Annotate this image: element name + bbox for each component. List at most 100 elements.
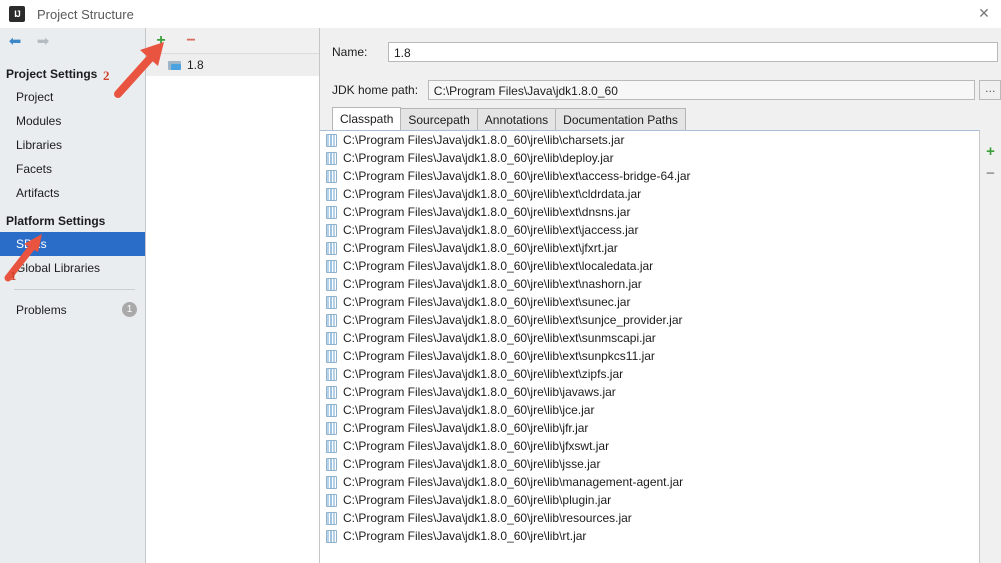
classpath-entry-row[interactable]: C:\Program Files\Java\jdk1.8.0_60\jre\li… — [320, 293, 979, 311]
jar-file-icon — [326, 421, 337, 435]
classpath-entry-label: C:\Program Files\Java\jdk1.8.0_60\jre\li… — [343, 367, 624, 381]
nav-group-project-settings-title: Project Settings — [6, 67, 98, 81]
problems-label: Problems — [16, 303, 67, 317]
classpath-entry-row[interactable]: C:\Program Files\Java\jdk1.8.0_60\jre\li… — [320, 491, 979, 509]
classpath-entry-row[interactable]: C:\Program Files\Java\jdk1.8.0_60\jre\li… — [320, 527, 979, 545]
classpath-entry-label: C:\Program Files\Java\jdk1.8.0_60\jre\li… — [343, 529, 587, 543]
sdk-list-item-label: 1.8 — [187, 58, 204, 72]
project-structure-dialog: IJ Project Structure ✕ ⬅ ➡ Project Setti… — [0, 0, 1001, 563]
sidebar-item-artifacts[interactable]: Artifacts — [0, 181, 145, 205]
sdk-list-item[interactable]: 1.8 — [146, 54, 319, 76]
classpath-entry-row[interactable]: C:\Program Files\Java\jdk1.8.0_60\jre\li… — [320, 365, 979, 383]
tab-classpath[interactable]: Classpath — [332, 107, 402, 130]
sdk-name-input[interactable]: 1.8 — [388, 42, 998, 62]
browse-path-button[interactable]: … — [979, 80, 1001, 100]
jdk-home-path-label: JDK home path: — [332, 83, 419, 97]
classpath-entry-row[interactable]: C:\Program Files\Java\jdk1.8.0_60\jre\li… — [320, 221, 979, 239]
classpath-entry-label: C:\Program Files\Java\jdk1.8.0_60\jre\li… — [343, 295, 631, 309]
sidebar-divider — [14, 289, 135, 290]
classpath-area: C:\Program Files\Java\jdk1.8.0_60\jre\li… — [320, 130, 1001, 563]
jar-file-icon — [326, 169, 337, 183]
intellij-logo-icon: IJ — [9, 6, 25, 22]
jar-file-icon — [326, 511, 337, 525]
sidebar-item-global-libraries[interactable]: Global Libraries — [0, 256, 145, 280]
classpath-entry-label: C:\Program Files\Java\jdk1.8.0_60\jre\li… — [343, 349, 655, 363]
add-sdk-button[interactable]: + — [152, 32, 170, 50]
jar-file-icon — [326, 205, 337, 219]
sidebar-item-libraries[interactable]: Libraries — [0, 133, 145, 157]
classpath-entry-row[interactable]: C:\Program Files\Java\jdk1.8.0_60\jre\li… — [320, 383, 979, 401]
classpath-toolbar: + − — [980, 130, 1001, 563]
jar-file-icon — [326, 331, 337, 345]
classpath-entry-list[interactable]: C:\Program Files\Java\jdk1.8.0_60\jre\li… — [320, 130, 980, 563]
classpath-entry-row[interactable]: C:\Program Files\Java\jdk1.8.0_60\jre\li… — [320, 473, 979, 491]
classpath-entry-label: C:\Program Files\Java\jdk1.8.0_60\jre\li… — [343, 187, 642, 201]
add-classpath-entry-button[interactable]: + — [980, 140, 1001, 162]
sdk-detail-panel: Name: 1.8 JDK home path: C:\Program File… — [320, 28, 1001, 563]
sdk-list-panel: + − 1.8 — [146, 28, 320, 563]
back-arrow-icon[interactable]: ⬅ — [4, 31, 26, 51]
classpath-entry-label: C:\Program Files\Java\jdk1.8.0_60\jre\li… — [343, 331, 656, 345]
classpath-entry-label: C:\Program Files\Java\jdk1.8.0_60\jre\li… — [343, 439, 610, 453]
jar-file-icon — [326, 187, 337, 201]
classpath-entry-label: C:\Program Files\Java\jdk1.8.0_60\jre\li… — [343, 169, 691, 183]
classpath-entry-label: C:\Program Files\Java\jdk1.8.0_60\jre\li… — [343, 259, 654, 273]
jar-file-icon — [326, 439, 337, 453]
nav-group-platform-settings-title: Platform Settings — [6, 214, 106, 228]
classpath-entry-row[interactable]: C:\Program Files\Java\jdk1.8.0_60\jre\li… — [320, 203, 979, 221]
sidebar-item-modules[interactable]: Modules — [0, 109, 145, 133]
classpath-entry-row[interactable]: C:\Program Files\Java\jdk1.8.0_60\jre\li… — [320, 167, 979, 185]
sdk-name-label: Name: — [332, 45, 368, 59]
tab-sourcepath[interactable]: Sourcepath — [400, 108, 478, 130]
sidebar-item-facets[interactable]: Facets — [0, 157, 145, 181]
classpath-entry-row[interactable]: C:\Program Files\Java\jdk1.8.0_60\jre\li… — [320, 311, 979, 329]
classpath-entry-row[interactable]: C:\Program Files\Java\jdk1.8.0_60\jre\li… — [320, 131, 979, 149]
jar-file-icon — [326, 313, 337, 327]
jar-file-icon — [326, 529, 337, 543]
forward-arrow-icon[interactable]: ➡ — [32, 31, 54, 51]
window-title: Project Structure — [37, 6, 134, 22]
classpath-entry-label: C:\Program Files\Java\jdk1.8.0_60\jre\li… — [343, 241, 618, 255]
classpath-entry-row[interactable]: C:\Program Files\Java\jdk1.8.0_60\jre\li… — [320, 185, 979, 203]
jdk-home-path-input[interactable]: C:\Program Files\Java\jdk1.8.0_60 — [427, 80, 976, 100]
classpath-entry-row[interactable]: C:\Program Files\Java\jdk1.8.0_60\jre\li… — [320, 401, 979, 419]
classpath-entry-label: C:\Program Files\Java\jdk1.8.0_60\jre\li… — [343, 223, 639, 237]
tab-annotations[interactable]: Annotations — [476, 108, 557, 130]
sdk-list: 1.8 — [146, 54, 319, 76]
jar-file-icon — [326, 403, 337, 417]
tab-documentation-paths[interactable]: Documentation Paths — [555, 108, 686, 130]
classpath-entry-row[interactable]: C:\Program Files\Java\jdk1.8.0_60\jre\li… — [320, 419, 979, 437]
problems-count-badge: 1 — [122, 302, 137, 317]
sidebar-item-project[interactable]: Project — [0, 85, 145, 109]
remove-sdk-button[interactable]: − — [182, 32, 200, 50]
classpath-entry-row[interactable]: C:\Program Files\Java\jdk1.8.0_60\jre\li… — [320, 149, 979, 167]
classpath-entry-row[interactable]: C:\Program Files\Java\jdk1.8.0_60\jre\li… — [320, 239, 979, 257]
jar-file-icon — [326, 457, 337, 471]
annotation-number-1: 1 — [10, 268, 17, 283]
jar-file-icon — [326, 133, 337, 147]
classpath-entry-row[interactable]: C:\Program Files\Java\jdk1.8.0_60\jre\li… — [320, 275, 979, 293]
classpath-entry-row[interactable]: C:\Program Files\Java\jdk1.8.0_60\jre\li… — [320, 455, 979, 473]
classpath-entry-row[interactable]: C:\Program Files\Java\jdk1.8.0_60\jre\li… — [320, 509, 979, 527]
jdk-home-path-row: JDK home path: C:\Program Files\Java\jdk… — [320, 78, 1001, 102]
jar-file-icon — [326, 241, 337, 255]
jar-file-icon — [326, 151, 337, 165]
jar-file-icon — [326, 367, 337, 381]
classpath-entry-label: C:\Program Files\Java\jdk1.8.0_60\jre\li… — [343, 493, 612, 507]
classpath-entry-row[interactable]: C:\Program Files\Java\jdk1.8.0_60\jre\li… — [320, 329, 979, 347]
classpath-entry-row[interactable]: C:\Program Files\Java\jdk1.8.0_60\jre\li… — [320, 347, 979, 365]
classpath-entry-label: C:\Program Files\Java\jdk1.8.0_60\jre\li… — [343, 313, 683, 327]
classpath-entry-row[interactable]: C:\Program Files\Java\jdk1.8.0_60\jre\li… — [320, 437, 979, 455]
sdk-tabs: Classpath Sourcepath Annotations Documen… — [332, 107, 686, 130]
classpath-entry-row[interactable]: C:\Program Files\Java\jdk1.8.0_60\jre\li… — [320, 257, 979, 275]
sidebar-item-problems[interactable]: Problems 1 — [0, 298, 145, 322]
remove-classpath-entry-button[interactable]: − — [980, 162, 1001, 184]
jdk-icon — [168, 59, 182, 71]
jar-file-icon — [326, 349, 337, 363]
sidebar-item-sdks[interactable]: SDKs — [0, 232, 145, 256]
close-icon[interactable]: ✕ — [967, 0, 1001, 27]
jar-file-icon — [326, 223, 337, 237]
sdk-name-row: Name: 1.8 — [320, 40, 1001, 64]
jar-file-icon — [326, 277, 337, 291]
classpath-entry-label: C:\Program Files\Java\jdk1.8.0_60\jre\li… — [343, 511, 632, 525]
